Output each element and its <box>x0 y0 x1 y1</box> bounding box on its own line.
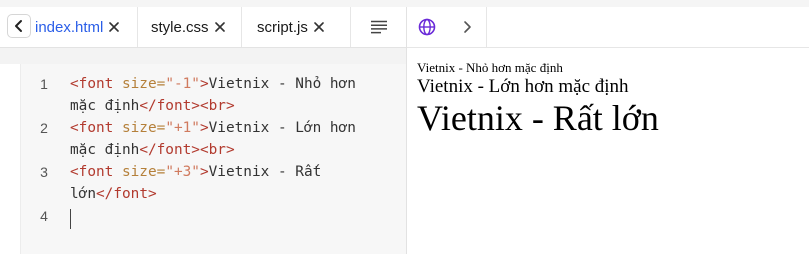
editor-gutter <box>0 64 21 254</box>
code-string: "+1" <box>165 120 200 136</box>
globe-button[interactable] <box>407 7 447 47</box>
globe-icon <box>418 18 436 36</box>
tab-label: script.js <box>257 18 308 36</box>
code-area[interactable]: 1 2 3 4 <font size="-1">Vietnix - Nhỏ hơ… <box>0 64 406 254</box>
preview-content: Vietnix - Nhỏ hơn mặc định Vietnix - Lớn… <box>417 60 659 138</box>
code-tag: <font <box>70 120 122 136</box>
code-attr: size= <box>121 164 166 180</box>
code-tag: <font <box>70 164 122 180</box>
code-editor-pane: index.html style.css script.js 1 2 3 4 <… <box>0 7 406 254</box>
close-icon[interactable] <box>109 22 120 32</box>
code-line-3a: <font size="+3">Vietnix - Rất <box>70 161 321 183</box>
chevron-left-icon <box>15 20 22 32</box>
tab-script-js[interactable]: script.js <box>242 7 351 47</box>
code-text: Vietnix - Lớn hơn <box>208 120 356 136</box>
top-strip <box>0 0 809 7</box>
code-attr: size= <box>121 120 166 136</box>
code-line-2b: mặc định</font><br> <box>70 139 235 161</box>
code-tag: > <box>199 76 209 92</box>
code-tag: </font><br> <box>139 142 235 158</box>
line-number: 2 <box>40 120 48 136</box>
code-line-3b: lớn</font> <box>70 183 157 205</box>
line-number: 4 <box>40 208 48 224</box>
preview-text-large: Vietnix - Rất lớn <box>417 98 659 138</box>
code-tag: > <box>199 120 209 136</box>
code-line-2a: <font size="+1">Vietnix - Lớn hơn <box>70 117 356 139</box>
code-tag: <font <box>70 76 122 92</box>
code-line-1b: mặc định</font><br> <box>70 95 235 117</box>
back-button[interactable] <box>7 14 31 38</box>
code-text: mặc định <box>70 98 140 114</box>
chevron-right-icon <box>463 21 471 33</box>
close-icon[interactable] <box>314 22 324 32</box>
format-lines-icon <box>370 20 387 34</box>
editor-top-gap <box>0 48 406 64</box>
forward-button[interactable] <box>447 7 487 47</box>
tab-label: index.html <box>35 18 104 36</box>
preview-pane: Vietnix - Nhỏ hơn mặc định Vietnix - Lớn… <box>407 7 809 254</box>
code-string: "-1" <box>165 76 200 92</box>
code-text: lớn <box>70 186 96 202</box>
code-text: Vietnix - Rất <box>208 164 322 180</box>
tab-label: style.css <box>151 18 209 36</box>
text-cursor <box>70 209 71 229</box>
tab-index-html[interactable]: index.html <box>32 7 138 47</box>
close-icon[interactable] <box>214 22 225 32</box>
line-number: 1 <box>40 76 48 92</box>
preview-text-medium: Vietnix - Lớn hơn mặc định <box>417 76 629 97</box>
code-line-1a: <font size="-1">Vietnix - Nhỏ hơn <box>70 73 356 95</box>
line-number: 3 <box>40 164 48 180</box>
code-string: "+3" <box>165 164 200 180</box>
code-tag: </font> <box>96 186 157 202</box>
preview-text-small: Vietnix - Nhỏ hơn mặc định <box>417 60 563 75</box>
code-tag: </font><br> <box>139 98 235 114</box>
preview-toolbar <box>407 7 809 48</box>
tab-style-css[interactable]: style.css <box>138 7 242 47</box>
code-attr: size= <box>121 76 166 92</box>
format-button[interactable] <box>351 7 406 47</box>
editor-tab-bar: index.html style.css script.js <box>0 7 406 48</box>
code-text: mặc định <box>70 142 140 158</box>
code-tag: > <box>199 164 209 180</box>
code-text: Vietnix - Nhỏ hơn <box>208 76 356 92</box>
